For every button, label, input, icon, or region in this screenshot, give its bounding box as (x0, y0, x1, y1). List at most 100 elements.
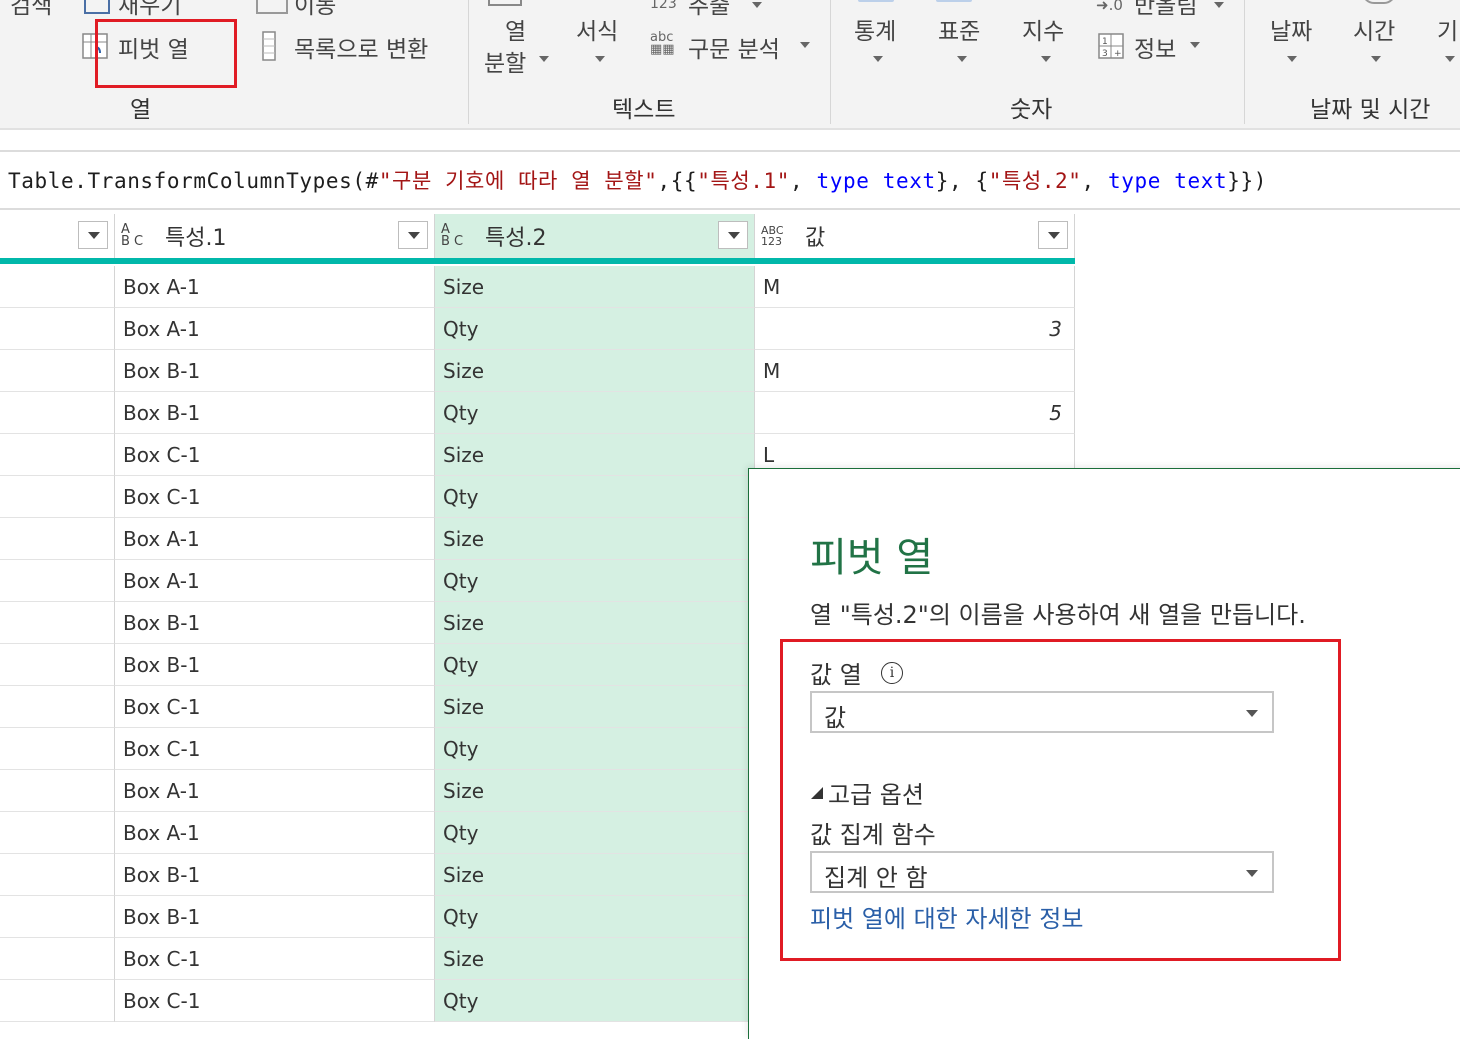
table-cell-attr2[interactable]: Size (435, 854, 755, 896)
table-cell-previous[interactable] (0, 854, 115, 896)
date-button[interactable]: 날짜 (1270, 12, 1312, 46)
table-cell-previous[interactable] (0, 350, 115, 392)
standard-button[interactable]: 표준 (938, 12, 980, 46)
table-cell-attr1[interactable]: Box A-1 (115, 518, 435, 560)
column-filter-dropdown[interactable] (718, 221, 748, 249)
table-cell-previous[interactable] (0, 728, 115, 770)
table-cell-attr2[interactable]: Size (435, 938, 755, 980)
table-cell-attr2[interactable]: Size (435, 518, 755, 560)
parse-button[interactable]: 구문 분석 (688, 30, 780, 64)
column-filter-dropdown[interactable] (78, 221, 108, 249)
table-row[interactable]: Box B-1 Qty 5 (0, 392, 1075, 434)
table-cell-attr1[interactable]: Box B-1 (115, 602, 435, 644)
table-cell-previous[interactable] (0, 812, 115, 854)
formula-part: , (790, 169, 817, 193)
table-cell-attr1[interactable]: Box A-1 (115, 770, 435, 812)
table-cell-attr2[interactable]: Qty (435, 896, 755, 938)
table-cell-previous[interactable] (0, 686, 115, 728)
table-cell-attr2[interactable]: Size (435, 266, 755, 308)
table-cell-attr1[interactable]: Box A-1 (115, 266, 435, 308)
convert-to-list-button[interactable]: 목록으로 변환 (294, 30, 428, 64)
column-header-attr2[interactable]: AB C 특성.2 (435, 214, 755, 258)
table-cell-attr2[interactable]: Size (435, 350, 755, 392)
table-cell-attr2[interactable]: Size (435, 686, 755, 728)
table-cell-attr1[interactable]: Box C-1 (115, 980, 435, 1022)
column-filter-dropdown[interactable] (398, 221, 428, 249)
table-cell-attr2[interactable]: Qty (435, 560, 755, 602)
information-label: 정보 (1134, 37, 1177, 63)
table-cell-previous[interactable] (0, 266, 115, 308)
table-cell-previous[interactable] (0, 896, 115, 938)
table-cell-attr2[interactable]: Qty (435, 980, 755, 1022)
move-button[interactable]: 이동 (294, 0, 336, 20)
table-cell-value[interactable]: M (755, 266, 1075, 308)
table-cell-previous[interactable] (0, 518, 115, 560)
table-cell-attr1[interactable]: Box B-1 (115, 350, 435, 392)
table-cell-attr1[interactable]: Box C-1 (115, 476, 435, 518)
column-header-previous[interactable] (0, 214, 115, 258)
table-cell-attr1[interactable]: Box B-1 (115, 644, 435, 686)
table-row[interactable]: Box A-1 Qty 3 (0, 308, 1075, 350)
table-cell-previous[interactable] (0, 980, 115, 1022)
table-cell-previous[interactable] (0, 308, 115, 350)
time-button[interactable]: 시간 (1353, 12, 1395, 46)
table-cell-attr1[interactable]: Box B-1 (115, 896, 435, 938)
table-cell-attr2[interactable]: Qty (435, 728, 755, 770)
table-cell-attr2[interactable]: Qty (435, 392, 755, 434)
table-cell-attr1[interactable]: Box C-1 (115, 938, 435, 980)
table-cell-value[interactable]: M (755, 350, 1075, 392)
table-cell-attr2[interactable]: Size (435, 602, 755, 644)
rounding-button[interactable]: 반올림 (1134, 0, 1197, 20)
fill-button[interactable]: 채우기 (118, 0, 181, 20)
extract-button[interactable]: 추출 (688, 0, 730, 20)
any-type-icon[interactable]: ABC 123 (761, 225, 784, 247)
formula-text[interactable]: Table.TransformColumnTypes(#"구분 기호에 따라 열… (8, 165, 1267, 195)
table-row[interactable]: Box A-1 Size M (0, 266, 1075, 308)
table-cell-attr1[interactable]: Box C-1 (115, 686, 435, 728)
table-cell-attr2[interactable]: Qty (435, 476, 755, 518)
table-cell-previous[interactable] (0, 476, 115, 518)
table-cell-previous[interactable] (0, 644, 115, 686)
table-cell-attr2[interactable]: Qty (435, 644, 755, 686)
table-cell-attr2[interactable]: Qty (435, 812, 755, 854)
table-cell-attr1[interactable]: Box B-1 (115, 392, 435, 434)
formula-part: }}) (1227, 169, 1267, 193)
chevron-down-icon (1190, 42, 1200, 48)
search-button-partial[interactable]: 검색 (10, 0, 52, 20)
table-cell-previous[interactable] (0, 392, 115, 434)
table-cell-attr1[interactable]: Box C-1 (115, 434, 435, 476)
table-cell-attr1[interactable]: Box A-1 (115, 812, 435, 854)
table-cell-previous[interactable] (0, 560, 115, 602)
table-cell-attr2[interactable]: Size (435, 434, 755, 476)
table-cell-previous[interactable] (0, 434, 115, 476)
table-cell-previous[interactable] (0, 602, 115, 644)
column-header-attr1[interactable]: AB C 특성.1 (115, 214, 435, 258)
table-cell-attr2[interactable]: Size (435, 770, 755, 812)
table-cell-attr1[interactable]: Box B-1 (115, 854, 435, 896)
duration-button[interactable]: 기 (1437, 12, 1458, 46)
scientific-button[interactable]: 지수 (1022, 12, 1064, 46)
split-column-button[interactable]: 열 (505, 12, 526, 46)
table-cell-previous[interactable] (0, 770, 115, 812)
table-cell-value[interactable]: 3 (755, 308, 1075, 350)
column-filter-dropdown[interactable] (1038, 221, 1068, 249)
format-button[interactable]: 서식 (576, 12, 618, 46)
statistics-button[interactable]: 통계 (854, 12, 896, 46)
table-row[interactable]: Box B-1 Size M (0, 350, 1075, 392)
table-cell-value[interactable]: 5 (755, 392, 1075, 434)
ribbon-group-separator (830, 0, 831, 124)
options-highlight (780, 639, 1341, 961)
text-type-icon[interactable]: AB C (121, 223, 143, 248)
formula-bar[interactable]: Table.TransformColumnTypes(#"구분 기호에 따라 열… (0, 150, 1460, 210)
text-type-icon[interactable]: AB C (441, 223, 463, 248)
table-cell-attr1[interactable]: Box A-1 (115, 560, 435, 602)
column-header-value[interactable]: ABC 123 값 (755, 214, 1075, 258)
information-button[interactable]: 정보 (1134, 30, 1176, 64)
split-column-button-line2[interactable]: 분할 (484, 44, 526, 78)
table-cell-attr1[interactable]: Box C-1 (115, 728, 435, 770)
table-cell-attr1[interactable]: Box A-1 (115, 308, 435, 350)
chevron-down-icon (539, 56, 549, 62)
table-cell-previous[interactable] (0, 938, 115, 980)
table-cell-attr2[interactable]: Qty (435, 308, 755, 350)
rounding-label: 반올림 (1134, 0, 1198, 19)
